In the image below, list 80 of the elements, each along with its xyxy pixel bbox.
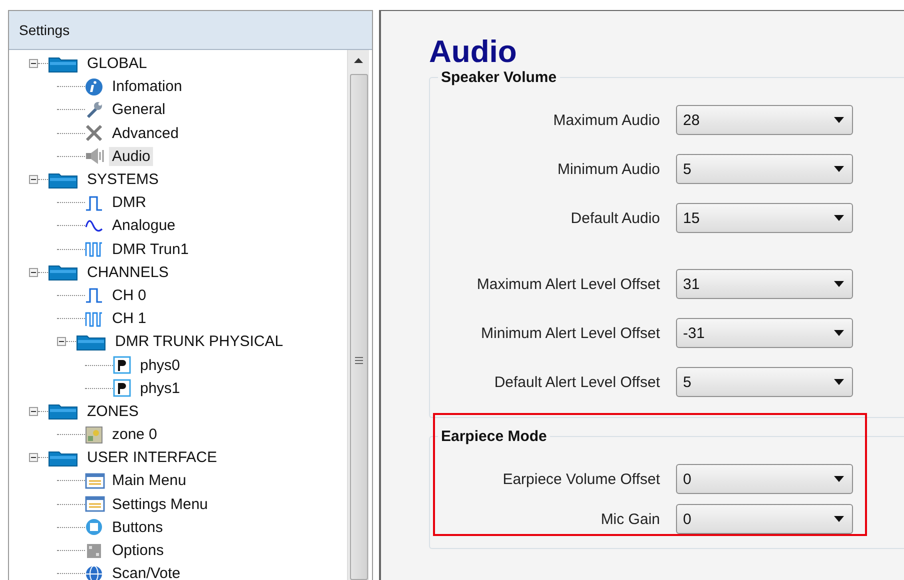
pulse-icon xyxy=(85,286,103,304)
page-title: Audio xyxy=(429,35,518,69)
group-title: Speaker Volume xyxy=(440,69,558,86)
dropdown[interactable]: 5 xyxy=(676,154,853,184)
field-label: Default Alert Level Offset xyxy=(493,374,660,390)
tree-item[interactable]: DMR xyxy=(109,193,150,212)
tree-item[interactable]: zone 0 xyxy=(109,425,160,444)
tools-icon xyxy=(85,124,103,142)
tree-item[interactable]: General xyxy=(109,100,168,120)
menu-window-icon xyxy=(85,495,105,514)
field-label: Default Audio xyxy=(570,210,660,226)
field-label: Minimum Alert Level Offset xyxy=(480,324,660,342)
grid-icon xyxy=(85,542,103,560)
up-arrow-icon[interactable] xyxy=(354,58,363,63)
dropdown[interactable]: 31 xyxy=(676,269,853,299)
pulse-train-icon xyxy=(85,310,103,328)
panel-title: Settings xyxy=(9,11,372,50)
dropdown[interactable]: 0 xyxy=(676,464,853,494)
tree-item[interactable]: CHANNELS xyxy=(84,262,172,282)
tree-item[interactable]: Scan/Vote xyxy=(109,564,184,580)
gear-icon xyxy=(85,518,103,536)
caret-icon xyxy=(834,117,844,123)
collapse-toggle[interactable] xyxy=(29,175,38,184)
tree-item[interactable]: Infomation xyxy=(109,77,186,96)
folder-icon xyxy=(76,332,106,351)
folder-icon xyxy=(48,402,78,420)
tree-item[interactable]: ZONES xyxy=(84,402,142,421)
grip-icon xyxy=(354,357,362,364)
tree-item[interactable]: GLOBAL xyxy=(84,54,150,74)
tree-item[interactable]: SYSTEMS xyxy=(84,170,162,190)
tree-item[interactable]: USER INTERFACE xyxy=(84,448,220,468)
field-label: Minimum Audio xyxy=(556,160,660,178)
folder-icon xyxy=(48,170,78,189)
collapse-toggle[interactable] xyxy=(29,453,38,462)
caret-icon xyxy=(834,215,844,221)
folder-icon xyxy=(48,54,78,73)
tree-item[interactable]: Buttons xyxy=(109,518,166,537)
tree-item[interactable]: DMR Trun1 xyxy=(109,240,192,259)
collapse-toggle[interactable] xyxy=(57,337,66,346)
pulse-icon xyxy=(85,194,103,212)
tree-item[interactable]: Advanced xyxy=(109,124,182,143)
caret-icon xyxy=(834,166,844,172)
field-label: Mic Gain xyxy=(600,510,660,528)
group-title: Earpiece Mode xyxy=(440,428,548,445)
scrollbar[interactable] xyxy=(347,50,369,580)
field-label: Maximum Alert Level Offset xyxy=(476,276,660,292)
tree-item[interactable]: Settings Menu xyxy=(109,494,211,514)
field-label: Maximum Audio xyxy=(552,112,660,128)
pulse-train-icon xyxy=(85,240,103,258)
caret-icon xyxy=(834,330,844,336)
dropdown[interactable]: 15 xyxy=(676,203,853,233)
caret-icon xyxy=(834,516,844,522)
field-label: Earpiece Volume Offset xyxy=(502,470,660,488)
folder-icon xyxy=(48,448,78,467)
folder-icon xyxy=(48,263,78,282)
scrollbar-thumb[interactable] xyxy=(350,74,368,580)
letter-p-icon xyxy=(113,356,131,374)
collapse-toggle[interactable] xyxy=(29,268,38,277)
wrench-icon xyxy=(85,100,103,119)
tree-item[interactable]: DMR TRUNK PHYSICAL xyxy=(112,332,286,352)
caret-icon xyxy=(834,379,844,385)
tree-item[interactable]: CH 0 xyxy=(109,286,150,305)
dropdown[interactable]: 28 xyxy=(676,105,853,135)
collapse-toggle[interactable] xyxy=(29,59,38,68)
info-icon xyxy=(85,78,103,96)
letter-p-icon xyxy=(113,379,131,398)
tree-item[interactable]: phys0 xyxy=(137,356,184,375)
caret-icon xyxy=(834,476,844,482)
tree-item[interactable]: Analogue xyxy=(109,216,178,236)
collapse-toggle[interactable] xyxy=(29,406,38,416)
tree-item[interactable]: CH 1 xyxy=(109,309,150,328)
dropdown[interactable]: 5 xyxy=(676,367,853,397)
tree-item[interactable]: Audio xyxy=(109,146,154,166)
dropdown[interactable]: -31 xyxy=(676,318,853,348)
caret-icon xyxy=(834,281,844,287)
dropdown[interactable]: 0 xyxy=(676,504,853,534)
tree-item[interactable]: phys1 xyxy=(137,378,184,398)
tree-item[interactable]: Options xyxy=(109,541,167,560)
tree-item[interactable]: Main Menu xyxy=(109,471,190,490)
menu-window-icon xyxy=(85,472,105,490)
